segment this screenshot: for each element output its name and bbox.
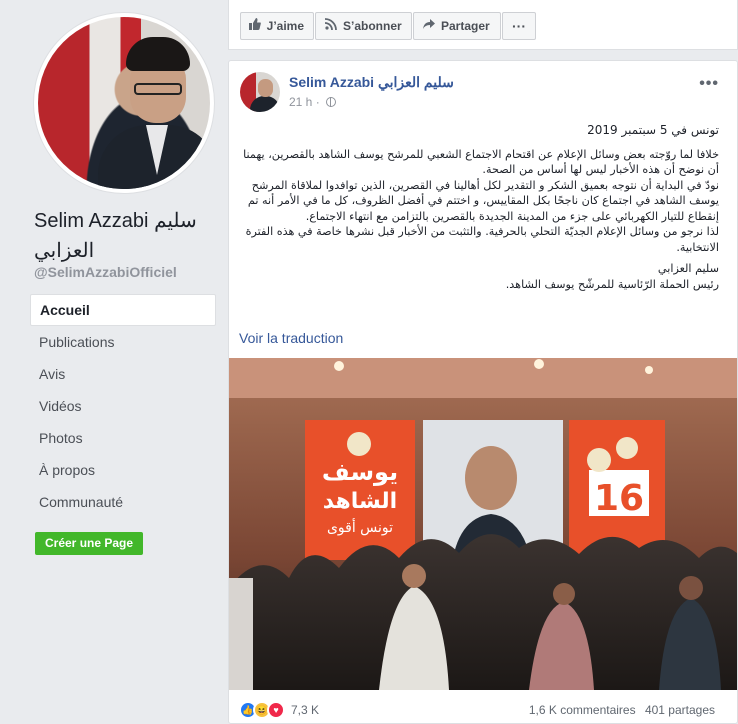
comments-count[interactable]: 1,6 K commentaires [529, 703, 636, 717]
post-options-icon[interactable]: ••• [699, 75, 719, 93]
banner-text: تونس أقوى [327, 518, 393, 536]
page-handle[interactable]: @SelimAzzabiOfficiel [34, 264, 177, 280]
more-options-button[interactable]: ··· [502, 12, 536, 40]
see-translation-link[interactable]: Voir la traduction [239, 330, 343, 346]
thumbs-up-icon [249, 13, 262, 39]
share-arrow-icon [422, 13, 436, 39]
nav-item-videos[interactable]: Vidéos [30, 390, 216, 422]
banner-number: 16 [594, 478, 644, 519]
page-sidebar: Selim Azzabi سليم العزابي @SelimAzzabiOf… [0, 0, 228, 724]
create-page-button[interactable]: Créer une Page [35, 532, 144, 555]
post-paragraph: خلافا لما روّجته بعض وسائل الإعلام عن اق… [243, 147, 719, 177]
post-text: تونس في 5 سبتمبر 2019 خلافا لما روّجته ب… [239, 123, 719, 292]
page-title: Selim Azzabi سليم العزابي [34, 210, 197, 262]
post-date-line: تونس في 5 سبتمبر 2019 [587, 123, 719, 137]
more-icon: ··· [512, 18, 526, 34]
post-paragraph: لذا نرجو من وسائل الإعلام الجديّة التحلي… [245, 225, 719, 254]
post-paragraph: نودّ في البداية أن نتوجه بعميق الشكر و ا… [247, 178, 719, 223]
post-author-avatar[interactable] [240, 72, 280, 112]
nav-item-publications[interactable]: Publications [30, 326, 216, 358]
post-photo[interactable]: يوسف الشاهد تونس أقوى 16 [229, 358, 737, 690]
post-card: Selim Azzabi سليم العزابي 21 h · ••• تون… [228, 60, 738, 724]
nav-item-avis[interactable]: Avis [30, 358, 216, 390]
avatar [38, 17, 210, 189]
love-reaction-icon: ♥ [267, 701, 285, 719]
globe-icon [325, 97, 336, 107]
reactions-summary[interactable]: 👍 😆 ♥ 7,3 K [239, 701, 319, 719]
subscribe-button[interactable]: S’abonner [315, 12, 412, 40]
nav-item-a-propos[interactable]: À propos [30, 454, 216, 486]
page-profile-picture[interactable] [34, 13, 214, 193]
page-action-bar: J’aime S’abonner Partager ··· [228, 0, 738, 50]
reaction-count: 7,3 K [291, 703, 320, 717]
post-stats: 1,6 K commentaires 401 partages [523, 703, 715, 717]
share-page-button[interactable]: Partager [413, 12, 501, 40]
nav-item-accueil[interactable]: Accueil [30, 294, 216, 326]
post-timestamp[interactable]: 21 h · [289, 95, 336, 109]
post-signature-name: سليم العزابي [657, 262, 719, 275]
rss-icon [324, 13, 338, 39]
nav-item-photos[interactable]: Photos [30, 422, 216, 454]
nav-item-communaute[interactable]: Communauté [30, 486, 216, 518]
post-author-name[interactable]: Selim Azzabi سليم العزابي [289, 74, 454, 91]
post-signature-title: رئيس الحملة الرّئاسية للمرشّح يوسف الشاه… [505, 277, 719, 291]
campaign-rally-photo: يوسف الشاهد تونس أقوى 16 [229, 358, 737, 690]
shares-count[interactable]: 401 partages [645, 703, 715, 717]
banner-text: يوسف [322, 458, 398, 486]
like-page-button[interactable]: J’aime [240, 12, 314, 40]
page-navigation: Accueil Publications Avis Vidéos Photos … [30, 294, 216, 518]
banner-text: الشاهد [323, 489, 397, 514]
